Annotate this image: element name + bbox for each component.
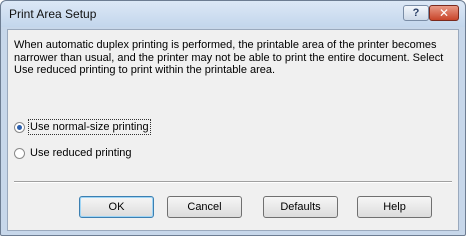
ok-button[interactable]: OK	[79, 196, 154, 218]
defaults-button[interactable]: Defaults	[263, 196, 338, 218]
radio-button-icon[interactable]	[14, 121, 25, 133]
radio-label[interactable]: Use reduced printing	[30, 147, 132, 159]
dialog-title: Print Area Setup	[9, 7, 97, 21]
cancel-button[interactable]: Cancel	[167, 196, 242, 218]
description-text: When automatic duplex printing is perfor…	[14, 39, 444, 76]
title-bar: Print Area Setup ? ✕	[1, 1, 465, 27]
dialog-content: When automatic duplex printing is perfor…	[7, 29, 459, 231]
radio-reduced-printing[interactable]: Use reduced printing	[14, 145, 132, 161]
radio-button-icon[interactable]	[14, 147, 25, 159]
help-icon[interactable]: ?	[403, 5, 429, 21]
radio-label[interactable]: Use normal-size printing	[28, 119, 151, 135]
radio-normal-size-printing[interactable]: Use normal-size printing	[14, 119, 151, 135]
close-icon[interactable]: ✕	[429, 5, 459, 21]
divider	[14, 181, 452, 183]
print-area-setup-dialog: Print Area Setup ? ✕ When automatic dupl…	[0, 0, 466, 236]
help-button[interactable]: Help	[357, 196, 432, 218]
